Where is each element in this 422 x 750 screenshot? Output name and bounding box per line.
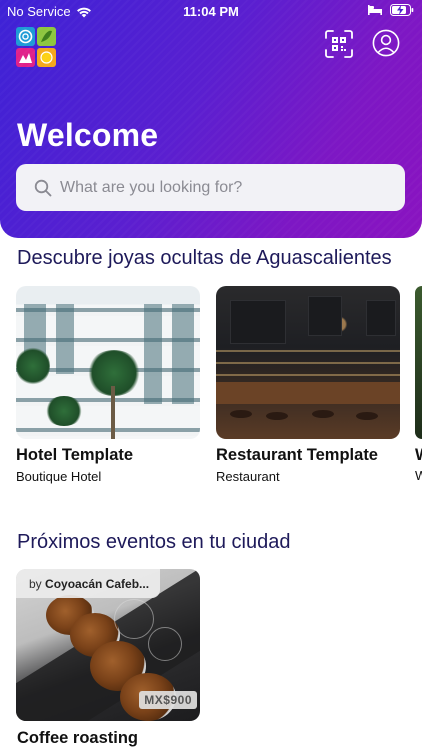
event-card[interactable]: by Coyoacán Cafeb... MX$900	[16, 569, 200, 721]
qr-scan-icon[interactable]	[325, 30, 353, 58]
event-price-badge: MX$900	[139, 691, 197, 709]
welcome-title: Welcome	[17, 117, 159, 153]
hotel-image	[16, 286, 200, 439]
place-card-hotel[interactable]: Hotel Template Boutique Hotel	[16, 286, 200, 484]
places-section-title: Descubre joyas ocultas de Aguascalientes	[17, 247, 392, 269]
event-name: Coffee roasting	[17, 729, 139, 747]
user-profile-icon[interactable]	[372, 29, 400, 57]
restaurant-image	[216, 286, 400, 439]
search-bar[interactable]	[16, 164, 405, 211]
battery-charging-icon	[390, 4, 414, 16]
place-category: Restaurant	[216, 469, 280, 484]
city-guide-logo-icon[interactable]	[16, 27, 56, 67]
organizer-name: Coyoacán Cafeb...	[45, 577, 150, 591]
events-section-title: Próximos eventos en tu ciudad	[17, 531, 291, 553]
hero-header: No Service 11:04 PM Welcome What are you…	[0, 0, 422, 238]
place-name: Restaurant Template	[216, 446, 378, 464]
place-category-peek: W	[415, 468, 422, 483]
event-image: by Coyoacán Cafeb... MX$900	[16, 569, 200, 721]
place-name-peek: W	[415, 446, 422, 465]
search-input[interactable]	[60, 178, 405, 197]
event-organizer-badge: by Coyoacán Cafeb...	[16, 569, 160, 598]
bed-icon	[368, 5, 382, 15]
place-category: Boutique Hotel	[16, 469, 102, 484]
place-card-peek-image[interactable]	[415, 286, 422, 439]
place-name: Hotel Template	[16, 446, 134, 464]
status-bar: No Service 11:04 PM	[0, 0, 422, 24]
status-time: 11:04 PM	[183, 4, 239, 19]
status-right	[368, 4, 414, 16]
place-card-restaurant[interactable]: Restaurant Template Restaurant	[216, 286, 400, 484]
organizer-prefix: by	[29, 577, 42, 591]
search-icon	[34, 179, 52, 196]
